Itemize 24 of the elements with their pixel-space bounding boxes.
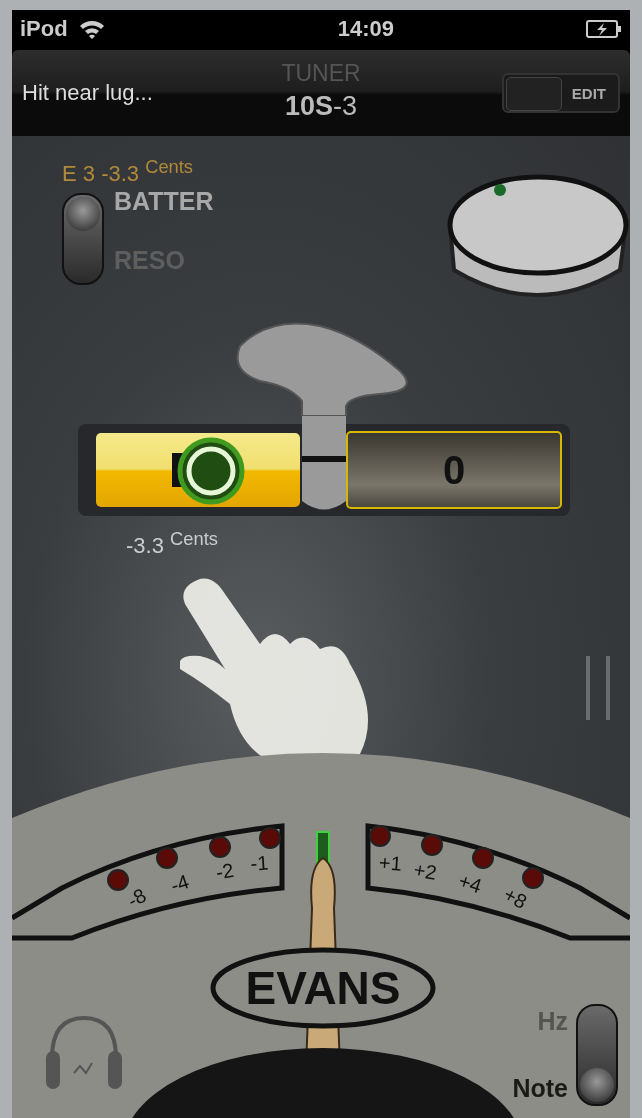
edit-toggle[interactable]: EDIT: [502, 73, 620, 113]
scale-label: -1: [249, 851, 270, 875]
clock-time: 14:09: [337, 16, 394, 42]
scale-label: +8: [500, 882, 531, 913]
hint-text: Hit near lug...: [22, 80, 153, 106]
switch-option: Note: [512, 1074, 568, 1103]
scale-label: -8: [123, 883, 150, 912]
scale-label: +4: [455, 869, 485, 898]
switch-option: Hz: [537, 1007, 568, 1036]
drum-name: 10S-3: [284, 91, 358, 122]
scale-label: +1: [378, 851, 403, 875]
note-reading: E 3 -3.3 $^{Cents}$: [62, 161, 194, 187]
scale-label: +2: [412, 858, 439, 884]
value-display: 0: [346, 431, 562, 509]
mode-switch[interactable]: [576, 1004, 618, 1106]
scale-label: -4: [167, 870, 192, 897]
logo-badge: EVANS: [210, 947, 436, 1029]
battery-icon: [586, 19, 622, 39]
head-switch[interactable]: [62, 193, 104, 286]
scale-label: -2: [214, 858, 236, 884]
double-bar-icon: [586, 656, 612, 720]
cents-caption: -3.3 $^{Cents}$: [126, 528, 218, 560]
carrier-label: iPod: [20, 16, 68, 42]
switch-option: BATTER: [114, 187, 214, 217]
